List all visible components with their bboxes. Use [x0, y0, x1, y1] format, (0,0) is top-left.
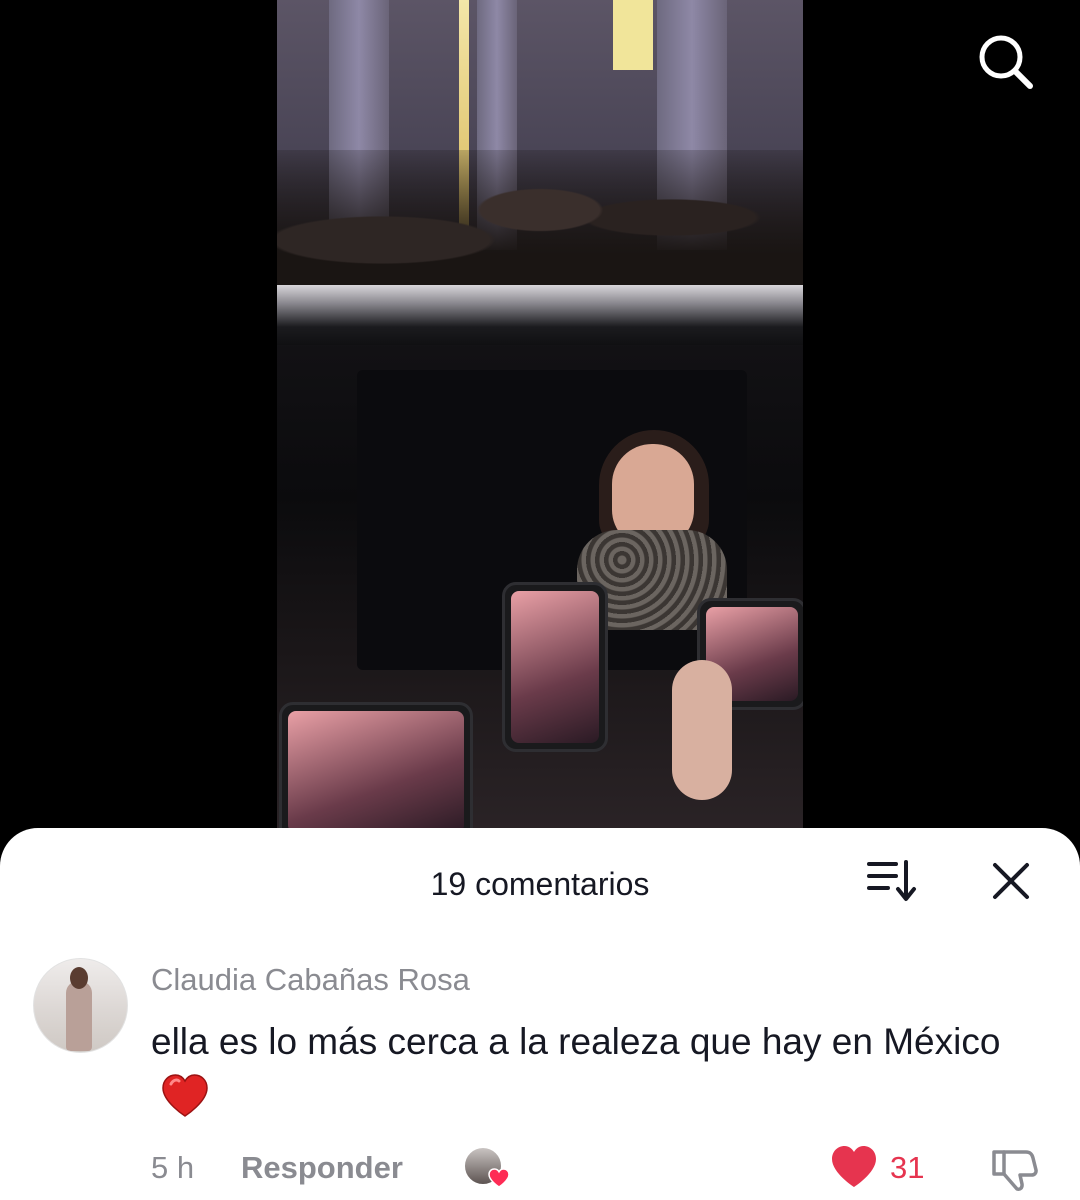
close-icon[interactable]: [988, 858, 1034, 904]
comment-text: ella es lo más cerca a la realeza que ha…: [151, 1021, 1001, 1062]
avatar-figure-body: [66, 981, 92, 1051]
fan-phone: [502, 582, 608, 752]
fan-phone: [279, 702, 473, 830]
background-sign: [613, 0, 653, 70]
comment-timestamp: 5 h: [151, 1150, 195, 1185]
fan-hand: [672, 660, 732, 800]
like-count: 31: [890, 1150, 925, 1185]
search-icon[interactable]: [976, 32, 1034, 90]
commenter-username[interactable]: Claudia Cabañas Rosa: [151, 962, 470, 998]
avatar-figure-head: [70, 967, 88, 989]
crowd: [277, 150, 803, 300]
commenter-avatar[interactable]: [33, 958, 128, 1053]
reply-button[interactable]: Responder: [241, 1150, 403, 1186]
tiktok-video-screen: 19 comentarios Claudia Cabañas Rosa ella…: [0, 0, 1080, 1200]
comment-body: ella es lo más cerca a la realeza que ha…: [151, 1014, 1011, 1126]
sort-icon[interactable]: [866, 858, 918, 904]
like-heart-icon[interactable]: [830, 1145, 878, 1189]
thumbs-down-icon[interactable]: [990, 1146, 1038, 1192]
creator-heart-icon: [488, 1168, 510, 1188]
video-player[interactable]: [277, 0, 803, 830]
car-roof: [277, 285, 803, 345]
comments-count-title: 19 comentarios: [430, 866, 650, 902]
heart-emoji-icon: [162, 1074, 208, 1117]
